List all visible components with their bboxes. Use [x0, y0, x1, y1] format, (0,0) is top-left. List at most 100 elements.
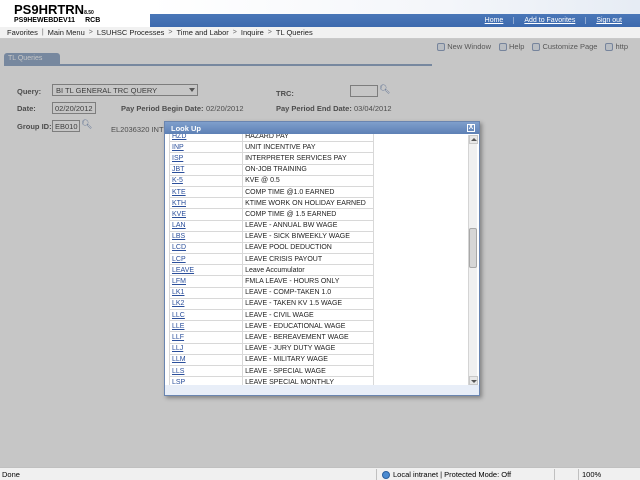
lookup-row: LLJ LEAVE - JURY DUTY WAGE	[169, 342, 374, 355]
lookup-code-link[interactable]: KTE	[169, 185, 244, 199]
lookup-row: KTH KTIME WORK ON HOLIDAY EARNED	[169, 197, 374, 210]
lookup-code-link[interactable]: LEAVE	[169, 264, 244, 277]
lookup-scrollbar[interactable]	[468, 135, 478, 385]
lookup-description: LEAVE - BEREAVEMENT WAGE	[242, 331, 374, 344]
menu-favorites[interactable]: Favorites	[3, 28, 42, 37]
lookup-description: Leave Accumulator	[242, 264, 374, 277]
close-icon[interactable]: X	[467, 124, 475, 132]
lookup-row: LBS LEAVE - SICK BIWEEKLY WAGE	[169, 230, 374, 243]
app-subtitle: PS9HEWEBDEV11 RCB	[14, 17, 101, 24]
menu-time-and-labor[interactable]: Time and Labor	[173, 28, 233, 37]
breadcrumb-menu: Favorites | Main Menu > LSUHSC Processes…	[0, 27, 640, 39]
lookup-code-link[interactable]: LCD	[169, 241, 244, 255]
lookup-description: LEAVE POOL DEDUCTION	[242, 241, 374, 255]
lookup-description: LEAVE - CIVIL WAGE	[242, 308, 374, 322]
lookup-description: INTERPRETER SERVICES PAY	[242, 152, 374, 165]
lookup-row: KTE COMP TIME @1.0 EARNED	[169, 185, 374, 199]
lookup-dialog-title: Look Up X	[165, 122, 479, 134]
lookup-description: COMP TIME @ 1.5 EARNED	[242, 208, 374, 221]
lookup-row: LCP LEAVE CRISIS PAYOUT	[169, 253, 374, 266]
lookup-row: LK2 LEAVE - TAKEN KV 1.5 WAGE	[169, 297, 374, 311]
lookup-title-text: Look Up	[171, 124, 201, 133]
lookup-description: LEAVE - COMP-TAKEN 1.0	[242, 286, 374, 299]
app-title: PS9HRTRN8.50	[14, 2, 94, 17]
security-zone: Local intranet | Protected Mode: Off	[382, 470, 511, 479]
sign-out-link[interactable]: Sign out	[585, 17, 632, 24]
lookup-description: HAZARD PAY	[242, 134, 374, 143]
add-to-favorites-link[interactable]: Add to Favorites	[513, 17, 585, 24]
browser-status-bar: Done Local intranet | Protected Mode: Of…	[0, 467, 640, 480]
lookup-row: LFM FMLA LEAVE - HOURS ONLY	[169, 275, 374, 288]
lookup-row: LLS LEAVE - SPECIAL WAGE	[169, 364, 374, 378]
lookup-description: LEAVE - EDUCATIONAL WAGE	[242, 320, 374, 333]
lookup-description: KVE @ 0.5	[242, 174, 374, 187]
lookup-row: LEAVE Leave Accumulator	[169, 264, 374, 277]
lookup-description: UNIT INCENTIVE PAY	[242, 141, 374, 154]
lookup-row: K-5 KVE @ 0.5	[169, 174, 374, 187]
lookup-description: LEAVE - MILITARY WAGE	[242, 353, 374, 366]
lookup-dialog-footer	[165, 385, 479, 395]
lookup-code-link[interactable]: LK1	[169, 286, 244, 299]
lookup-table: HZD HAZARD PAY INP UNIT INCENTIVE PAY ISP INT…	[169, 134, 374, 387]
lookup-code-link[interactable]: LFM	[169, 275, 244, 288]
lookup-code-link[interactable]: LLS	[169, 364, 244, 378]
lookup-code-link[interactable]: HZD	[169, 134, 244, 143]
lookup-description: LEAVE - SPECIAL WAGE	[242, 364, 374, 378]
lookup-code-link[interactable]: INP	[169, 141, 244, 154]
lookup-dialog: Look Up X HZD HAZARD PAY INP UNIT INCENTIVE…	[164, 121, 480, 396]
portal-header: PS9HRTRN8.50 PS9HEWEBDEV11 RCB Home Add t…	[0, 0, 640, 27]
lookup-code-link[interactable]: K-5	[169, 174, 244, 187]
lookup-description: LEAVE - ANNUAL BW WAGE	[242, 219, 374, 232]
lookup-row: LK1 LEAVE - COMP-TAKEN 1.0	[169, 286, 374, 299]
status-text: Done	[2, 470, 20, 479]
header-links: Home Add to Favorites Sign out	[475, 17, 632, 24]
lookup-code-link[interactable]: LAN	[169, 219, 244, 232]
lookup-code-link[interactable]: LLC	[169, 308, 244, 322]
scroll-down-icon[interactable]	[469, 376, 478, 385]
lookup-code-link[interactable]: LLJ	[169, 342, 244, 355]
header-band-top	[150, 0, 640, 14]
lookup-results: HZD HAZARD PAY INP UNIT INCENTIVE PAY ISP INT…	[169, 134, 469, 387]
security-zone-text: Local intranet | Protected Mode: Off	[393, 470, 512, 479]
scroll-thumb[interactable]	[469, 228, 477, 268]
lookup-row: HZD HAZARD PAY	[169, 134, 374, 143]
lookup-code-link[interactable]: LLE	[169, 320, 244, 333]
lookup-description: COMP TIME @1.0 EARNED	[242, 185, 374, 199]
lookup-row: LLE LEAVE - EDUCATIONAL WAGE	[169, 320, 374, 333]
lookup-description: FMLA LEAVE - HOURS ONLY	[242, 275, 374, 288]
lookup-code-link[interactable]: JBT	[169, 163, 244, 176]
lookup-code-link[interactable]: LBS	[169, 230, 244, 243]
home-link[interactable]: Home	[475, 17, 514, 24]
lookup-code-link[interactable]: LCP	[169, 253, 244, 266]
status-divider	[376, 469, 377, 480]
lookup-row: ISP INTERPRETER SERVICES PAY	[169, 152, 374, 165]
lookup-row: LLF LEAVE - BEREAVEMENT WAGE	[169, 331, 374, 344]
lookup-code-link[interactable]: KVE	[169, 208, 244, 221]
lookup-row: LLM LEAVE - MILITARY WAGE	[169, 353, 374, 366]
lookup-code-link[interactable]: LLM	[169, 353, 244, 366]
lookup-row: JBT ON-JOB TRAINING	[169, 163, 374, 176]
lookup-description: KTIME WORK ON HOLIDAY EARNED	[242, 197, 374, 210]
lookup-description: LEAVE - SICK BIWEEKLY WAGE	[242, 230, 374, 243]
menu-lsuhsc-processes[interactable]: LSUHSC Processes	[93, 28, 169, 37]
menu-main-menu[interactable]: Main Menu	[44, 28, 89, 37]
status-divider	[554, 469, 555, 480]
lookup-code-link[interactable]: ISP	[169, 152, 244, 165]
lookup-code-link[interactable]: LK2	[169, 297, 244, 311]
menu-inquire[interactable]: Inquire	[237, 28, 268, 37]
lookup-row: LLC LEAVE - CIVIL WAGE	[169, 308, 374, 322]
lookup-description: ON-JOB TRAINING	[242, 163, 374, 176]
lookup-row: INP UNIT INCENTIVE PAY	[169, 141, 374, 154]
lookup-code-link[interactable]: KTH	[169, 197, 244, 210]
lookup-row: LAN LEAVE - ANNUAL BW WAGE	[169, 219, 374, 232]
lookup-description: LEAVE - JURY DUTY WAGE	[242, 342, 374, 355]
app-version: 8.50	[84, 10, 94, 16]
zoom-level[interactable]: 100%	[582, 470, 601, 479]
menu-tl-queries[interactable]: TL Queries	[272, 28, 317, 37]
scroll-up-icon[interactable]	[469, 135, 478, 144]
lookup-code-link[interactable]: LLF	[169, 331, 244, 344]
lookup-row: LCD LEAVE POOL DEDUCTION	[169, 241, 374, 255]
lookup-description: LEAVE - TAKEN KV 1.5 WAGE	[242, 297, 374, 311]
lookup-row: KVE COMP TIME @ 1.5 EARNED	[169, 208, 374, 221]
status-divider	[578, 469, 579, 480]
